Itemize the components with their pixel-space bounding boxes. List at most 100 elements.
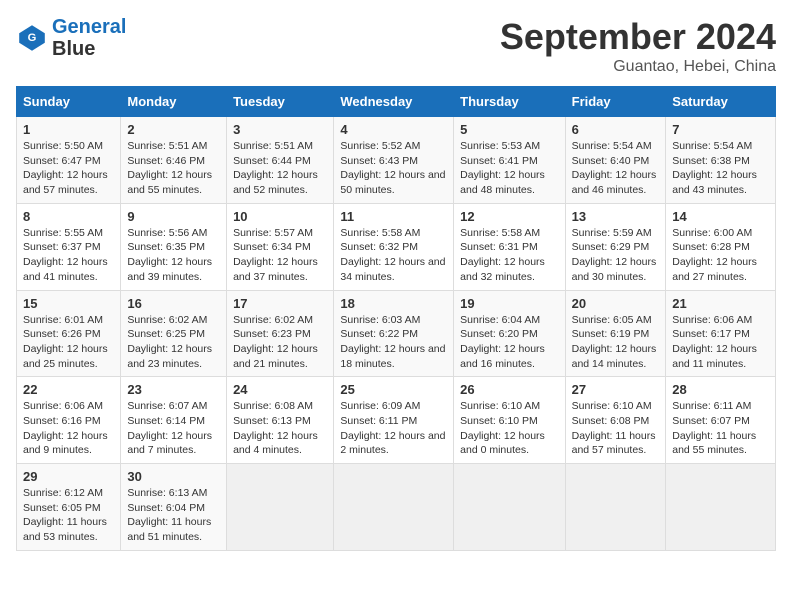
calendar-cell: 23 Sunrise: 6:07 AMSunset: 6:14 PMDaylig… [121, 377, 227, 464]
cell-info: Sunrise: 5:53 AMSunset: 6:41 PMDaylight:… [460, 140, 545, 196]
cell-info: Sunrise: 5:56 AMSunset: 6:35 PMDaylight:… [127, 227, 212, 283]
calendar-cell: 2 Sunrise: 5:51 AMSunset: 6:46 PMDayligh… [121, 117, 227, 204]
day-number: 3 [233, 122, 327, 137]
calendar-cell: 16 Sunrise: 6:02 AMSunset: 6:25 PMDaylig… [121, 290, 227, 377]
month-title: September 2024 [500, 16, 776, 58]
day-number: 25 [340, 382, 447, 397]
cell-info: Sunrise: 6:09 AMSunset: 6:11 PMDaylight:… [340, 400, 445, 456]
calendar-cell: 30 Sunrise: 6:13 AMSunset: 6:04 PMDaylig… [121, 464, 227, 551]
calendar-cell: 17 Sunrise: 6:02 AMSunset: 6:23 PMDaylig… [227, 290, 334, 377]
day-number: 7 [672, 122, 769, 137]
title-area: September 2024 Guantao, Hebei, China [500, 16, 776, 76]
header-day-saturday: Saturday [666, 87, 776, 117]
calendar-cell [666, 464, 776, 551]
day-number: 30 [127, 469, 220, 484]
header-day-monday: Monday [121, 87, 227, 117]
cell-info: Sunrise: 5:55 AMSunset: 6:37 PMDaylight:… [23, 227, 108, 283]
header-day-wednesday: Wednesday [334, 87, 454, 117]
cell-info: Sunrise: 6:08 AMSunset: 6:13 PMDaylight:… [233, 400, 318, 456]
calendar-cell: 8 Sunrise: 5:55 AMSunset: 6:37 PMDayligh… [17, 203, 121, 290]
cell-info: Sunrise: 5:51 AMSunset: 6:44 PMDaylight:… [233, 140, 318, 196]
cell-info: Sunrise: 6:12 AMSunset: 6:05 PMDaylight:… [23, 487, 107, 543]
location-title: Guantao, Hebei, China [500, 58, 776, 76]
day-number: 27 [572, 382, 660, 397]
day-number: 4 [340, 122, 447, 137]
calendar-cell [334, 464, 454, 551]
day-number: 13 [572, 209, 660, 224]
cell-info: Sunrise: 6:02 AMSunset: 6:23 PMDaylight:… [233, 314, 318, 370]
calendar-cell: 3 Sunrise: 5:51 AMSunset: 6:44 PMDayligh… [227, 117, 334, 204]
calendar-cell: 7 Sunrise: 5:54 AMSunset: 6:38 PMDayligh… [666, 117, 776, 204]
calendar-week-3: 15 Sunrise: 6:01 AMSunset: 6:26 PMDaylig… [17, 290, 776, 377]
day-number: 24 [233, 382, 327, 397]
cell-info: Sunrise: 6:10 AMSunset: 6:10 PMDaylight:… [460, 400, 545, 456]
day-number: 19 [460, 296, 558, 311]
day-number: 8 [23, 209, 114, 224]
day-number: 5 [460, 122, 558, 137]
calendar-cell [227, 464, 334, 551]
cell-info: Sunrise: 5:54 AMSunset: 6:38 PMDaylight:… [672, 140, 757, 196]
calendar-week-1: 1 Sunrise: 5:50 AMSunset: 6:47 PMDayligh… [17, 117, 776, 204]
calendar-cell: 15 Sunrise: 6:01 AMSunset: 6:26 PMDaylig… [17, 290, 121, 377]
day-number: 2 [127, 122, 220, 137]
calendar-cell: 20 Sunrise: 6:05 AMSunset: 6:19 PMDaylig… [565, 290, 666, 377]
cell-info: Sunrise: 5:57 AMSunset: 6:34 PMDaylight:… [233, 227, 318, 283]
header-day-tuesday: Tuesday [227, 87, 334, 117]
cell-info: Sunrise: 6:01 AMSunset: 6:26 PMDaylight:… [23, 314, 108, 370]
calendar-cell: 26 Sunrise: 6:10 AMSunset: 6:10 PMDaylig… [454, 377, 565, 464]
calendar-cell: 6 Sunrise: 5:54 AMSunset: 6:40 PMDayligh… [565, 117, 666, 204]
calendar-cell: 29 Sunrise: 6:12 AMSunset: 6:05 PMDaylig… [17, 464, 121, 551]
calendar-cell: 19 Sunrise: 6:04 AMSunset: 6:20 PMDaylig… [454, 290, 565, 377]
day-number: 23 [127, 382, 220, 397]
calendar-cell: 18 Sunrise: 6:03 AMSunset: 6:22 PMDaylig… [334, 290, 454, 377]
svg-text:G: G [28, 32, 37, 44]
day-number: 17 [233, 296, 327, 311]
day-number: 11 [340, 209, 447, 224]
calendar-cell: 22 Sunrise: 6:06 AMSunset: 6:16 PMDaylig… [17, 377, 121, 464]
cell-info: Sunrise: 5:59 AMSunset: 6:29 PMDaylight:… [572, 227, 657, 283]
day-number: 18 [340, 296, 447, 311]
calendar-cell: 13 Sunrise: 5:59 AMSunset: 6:29 PMDaylig… [565, 203, 666, 290]
calendar-cell: 4 Sunrise: 5:52 AMSunset: 6:43 PMDayligh… [334, 117, 454, 204]
logo: G General Blue [16, 16, 126, 60]
calendar-cell: 9 Sunrise: 5:56 AMSunset: 6:35 PMDayligh… [121, 203, 227, 290]
day-number: 26 [460, 382, 558, 397]
day-number: 9 [127, 209, 220, 224]
cell-info: Sunrise: 6:11 AMSunset: 6:07 PMDaylight:… [672, 400, 756, 456]
calendar-cell: 21 Sunrise: 6:06 AMSunset: 6:17 PMDaylig… [666, 290, 776, 377]
cell-info: Sunrise: 5:51 AMSunset: 6:46 PMDaylight:… [127, 140, 212, 196]
calendar-cell [565, 464, 666, 551]
calendar-cell: 10 Sunrise: 5:57 AMSunset: 6:34 PMDaylig… [227, 203, 334, 290]
cell-info: Sunrise: 5:50 AMSunset: 6:47 PMDaylight:… [23, 140, 108, 196]
cell-info: Sunrise: 5:52 AMSunset: 6:43 PMDaylight:… [340, 140, 445, 196]
header-day-friday: Friday [565, 87, 666, 117]
day-number: 12 [460, 209, 558, 224]
day-number: 21 [672, 296, 769, 311]
cell-info: Sunrise: 5:58 AMSunset: 6:31 PMDaylight:… [460, 227, 545, 283]
calendar-table: SundayMondayTuesdayWednesdayThursdayFrid… [16, 86, 776, 551]
calendar-cell: 11 Sunrise: 5:58 AMSunset: 6:32 PMDaylig… [334, 203, 454, 290]
calendar-cell: 27 Sunrise: 6:10 AMSunset: 6:08 PMDaylig… [565, 377, 666, 464]
cell-info: Sunrise: 6:10 AMSunset: 6:08 PMDaylight:… [572, 400, 656, 456]
calendar-cell: 5 Sunrise: 5:53 AMSunset: 6:41 PMDayligh… [454, 117, 565, 204]
calendar-week-2: 8 Sunrise: 5:55 AMSunset: 6:37 PMDayligh… [17, 203, 776, 290]
calendar-cell: 24 Sunrise: 6:08 AMSunset: 6:13 PMDaylig… [227, 377, 334, 464]
calendar-week-5: 29 Sunrise: 6:12 AMSunset: 6:05 PMDaylig… [17, 464, 776, 551]
logo-general: General [52, 16, 126, 38]
day-number: 10 [233, 209, 327, 224]
day-number: 14 [672, 209, 769, 224]
cell-info: Sunrise: 6:13 AMSunset: 6:04 PMDaylight:… [127, 487, 211, 543]
calendar-cell: 1 Sunrise: 5:50 AMSunset: 6:47 PMDayligh… [17, 117, 121, 204]
day-number: 22 [23, 382, 114, 397]
cell-info: Sunrise: 6:07 AMSunset: 6:14 PMDaylight:… [127, 400, 212, 456]
calendar-week-4: 22 Sunrise: 6:06 AMSunset: 6:16 PMDaylig… [17, 377, 776, 464]
cell-info: Sunrise: 5:54 AMSunset: 6:40 PMDaylight:… [572, 140, 657, 196]
calendar-cell: 25 Sunrise: 6:09 AMSunset: 6:11 PMDaylig… [334, 377, 454, 464]
day-number: 28 [672, 382, 769, 397]
header-day-thursday: Thursday [454, 87, 565, 117]
cell-info: Sunrise: 6:06 AMSunset: 6:16 PMDaylight:… [23, 400, 108, 456]
logo-blue: Blue [52, 38, 126, 60]
calendar-cell: 14 Sunrise: 6:00 AMSunset: 6:28 PMDaylig… [666, 203, 776, 290]
day-number: 15 [23, 296, 114, 311]
calendar-cell: 12 Sunrise: 5:58 AMSunset: 6:31 PMDaylig… [454, 203, 565, 290]
